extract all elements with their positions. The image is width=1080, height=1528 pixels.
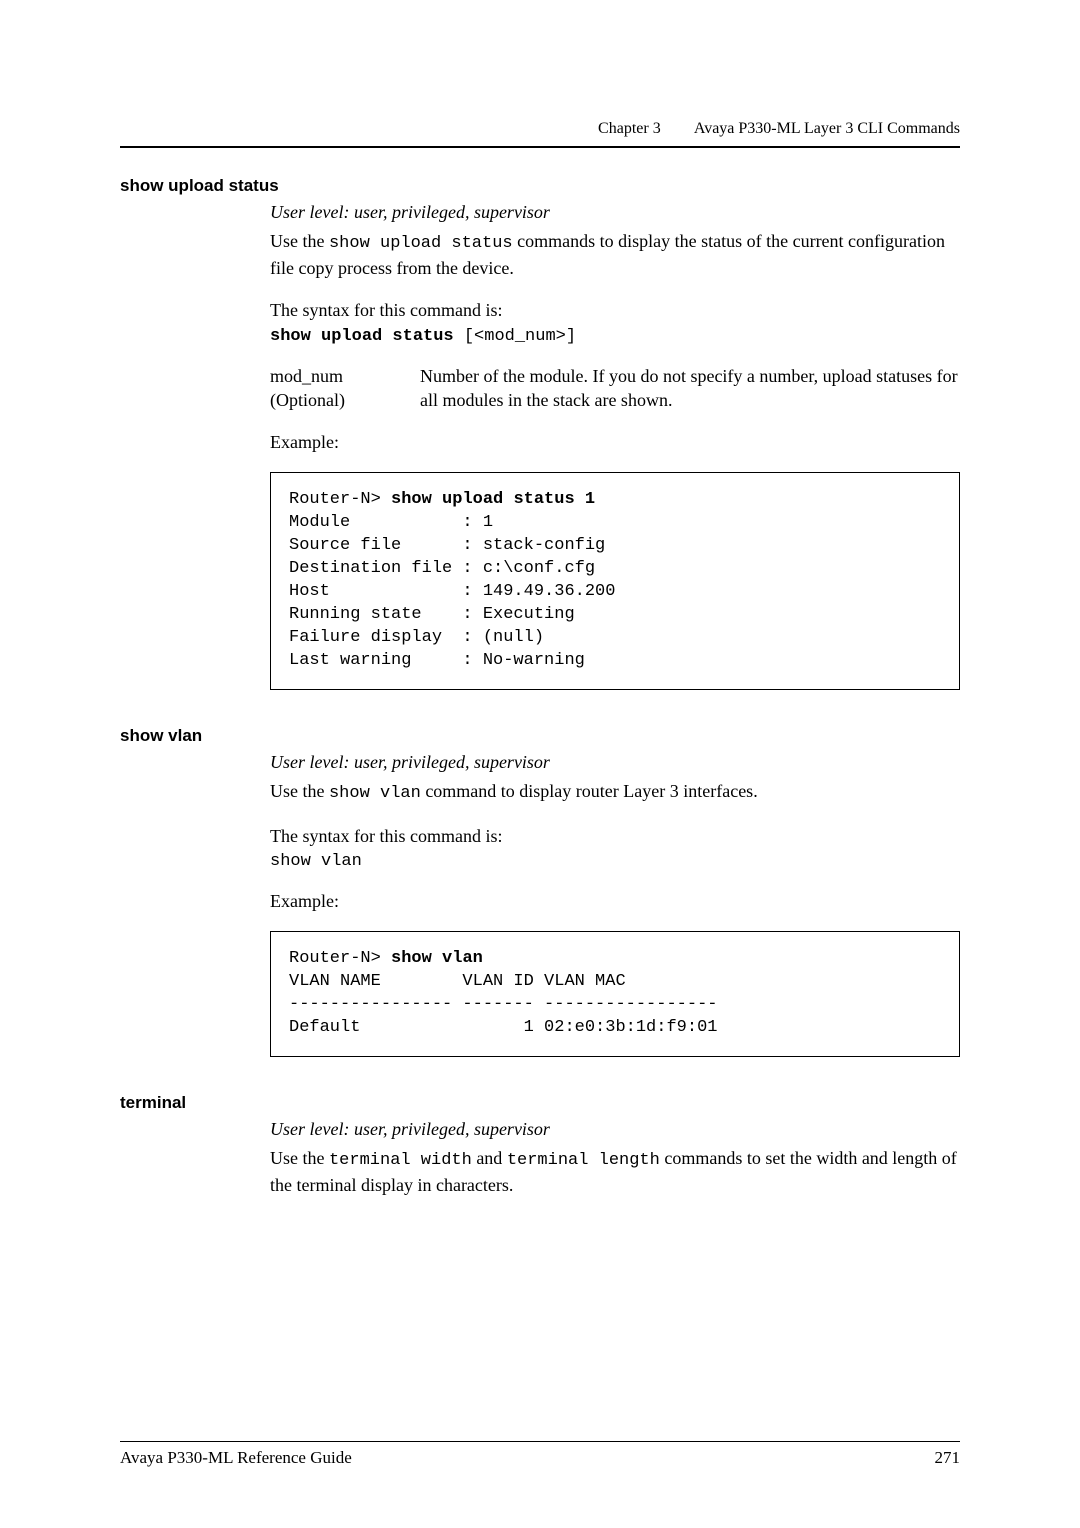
heading-show-upload-status: show upload status — [120, 176, 960, 196]
intro-paragraph: Use the terminal width and terminal leng… — [270, 1146, 960, 1197]
intro-cmd1: terminal width — [329, 1151, 472, 1170]
heading-terminal: terminal — [120, 1093, 960, 1113]
user-level-line: User level: user, privileged, supervisor — [270, 1119, 960, 1140]
param-optional: (Optional) — [270, 390, 345, 410]
param-name: mod_num — [270, 366, 343, 386]
code-rest: VLAN NAME VLAN ID VLAN MAC -------------… — [289, 972, 717, 1037]
footer-left: Avaya P330-ML Reference Guide — [120, 1448, 352, 1468]
footer-page-number: 271 — [935, 1448, 961, 1468]
code-rest: Module : 1 Source file : stack-config De… — [289, 513, 615, 670]
code-cmd: show upload status 1 — [391, 490, 595, 509]
code-box-upload: Router-N> show upload status 1 Module : … — [270, 472, 960, 690]
intro-pre: Use the — [270, 231, 329, 251]
intro-post: command to display router Layer 3 interf… — [421, 781, 758, 801]
footer-rule — [120, 1441, 960, 1442]
chapter-title: Avaya P330-ML Layer 3 CLI Commands — [694, 120, 960, 137]
example-label: Example: — [270, 889, 960, 913]
intro-paragraph: Use the show upload status commands to d… — [270, 229, 960, 280]
syntax-line: show upload status [<mod_num>] — [270, 327, 960, 346]
chapter-label: Chapter 3 — [598, 120, 691, 137]
syntax-bold: show upload status — [270, 327, 454, 346]
param-left: mod_num (Optional) — [270, 364, 420, 413]
section-terminal: terminal User level: user, privileged, s… — [120, 1093, 960, 1197]
param-block: mod_num (Optional) Number of the module.… — [270, 364, 960, 413]
code-prefix: Router-N> — [289, 949, 391, 968]
code-prefix: Router-N> — [289, 490, 391, 509]
syntax-line: show vlan — [270, 852, 960, 871]
syntax-lead: The syntax for this command is: — [270, 298, 960, 322]
intro-cmd2: terminal length — [507, 1151, 660, 1170]
syntax-lead: The syntax for this command is: — [270, 824, 960, 848]
header-text: Chapter 3 Avaya P330-ML Layer 3 CLI Comm… — [120, 120, 960, 138]
heading-show-vlan: show vlan — [120, 726, 960, 746]
code-box-vlan: Router-N> show vlan VLAN NAME VLAN ID VL… — [270, 931, 960, 1057]
page-header: Chapter 3 Avaya P330-ML Layer 3 CLI Comm… — [120, 120, 960, 148]
intro-cmd: show upload status — [329, 234, 513, 253]
page-footer: Avaya P330-ML Reference Guide 271 — [120, 1441, 960, 1468]
syntax-tail: [<mod_num>] — [454, 327, 576, 346]
section-show-upload-status: show upload status User level: user, pri… — [120, 176, 960, 690]
param-desc: Number of the module. If you do not spec… — [420, 364, 960, 413]
intro-paragraph: Use the show vlan command to display rou… — [270, 779, 960, 806]
user-level-line: User level: user, privileged, supervisor — [270, 202, 960, 223]
section-show-vlan: show vlan User level: user, privileged, … — [120, 726, 960, 1057]
intro-mid: and — [472, 1148, 507, 1168]
intro-cmd: show vlan — [329, 784, 421, 803]
code-cmd: show vlan — [391, 949, 483, 968]
header-rule — [120, 146, 960, 148]
intro-pre: Use the — [270, 1148, 329, 1168]
user-level-line: User level: user, privileged, supervisor — [270, 752, 960, 773]
intro-pre: Use the — [270, 781, 329, 801]
example-label: Example: — [270, 430, 960, 454]
